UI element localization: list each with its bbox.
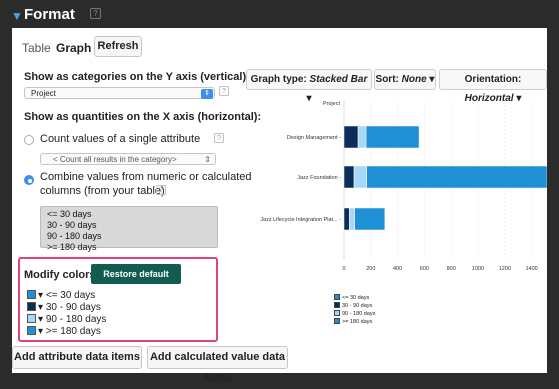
color-row[interactable]: ▾ 90 - 180 days xyxy=(27,314,106,325)
legend-item: 30 - 90 days xyxy=(334,302,375,310)
radio-count-values[interactable] xyxy=(24,135,34,145)
radio-combine-values[interactable] xyxy=(24,175,34,185)
help-icon[interactable]: ? xyxy=(219,86,229,96)
color-swatch[interactable] xyxy=(27,326,36,335)
select-arrow-icon: ⇕ xyxy=(204,155,211,164)
legend-label: >= 180 days xyxy=(342,319,373,325)
caret-icon[interactable]: ▾ xyxy=(38,326,43,337)
bar-segment xyxy=(343,207,350,231)
help-icon[interactable]: ? xyxy=(90,8,101,19)
count-select[interactable]: < Count all results in the category> ⇕ xyxy=(40,153,216,165)
add-attribute-data-items-button[interactable]: Add attribute data items xyxy=(12,346,142,369)
sort-dropdown[interactable]: Sort: None ▾ xyxy=(374,69,436,90)
restore-default-colors-button[interactable]: Restore default colors xyxy=(91,264,181,299)
bar-segment xyxy=(343,165,355,189)
color-row[interactable]: ▾ >= 180 days xyxy=(27,326,101,337)
x-tick-label: 0 xyxy=(342,266,345,272)
option-count-values-label: Count values of a single attribute xyxy=(40,133,201,145)
legend-swatch xyxy=(334,318,340,324)
x-tick-label: 200 xyxy=(366,266,375,272)
color-label: 30 - 90 days xyxy=(45,302,101,313)
caret-icon[interactable]: ▾ xyxy=(38,314,43,325)
bar-segment xyxy=(357,125,367,149)
legend-swatch xyxy=(334,310,340,316)
list-item[interactable]: 30 - 90 days xyxy=(41,220,217,231)
sort-value: None xyxy=(401,74,427,85)
x-axis-label: Show as quantities on the X axis (horizo… xyxy=(24,111,262,123)
color-label: >= 180 days xyxy=(45,326,101,337)
bar-segment xyxy=(366,165,547,189)
graph-type-dropdown[interactable]: Graph type: Stacked Bar ▾ xyxy=(246,69,372,104)
y-category-label: Jazz Foundation - xyxy=(297,175,341,181)
chevron-down-icon: ▾ xyxy=(429,74,435,85)
color-row[interactable]: ▾ <= 30 days xyxy=(27,290,95,301)
modify-colors-label: Modify colors: xyxy=(24,269,100,281)
graph-type-value: Stacked Bar xyxy=(309,74,368,85)
legend-label: 90 - 180 days xyxy=(342,311,376,317)
y-category-label: Jazz Lifecycle Integration Plat... - xyxy=(260,217,341,223)
y-axis-select[interactable]: Project ⇕ xyxy=(24,87,215,99)
y-axis-title: Project xyxy=(323,101,341,107)
add-calculated-value-data-items-button[interactable]: Add calculated value data items xyxy=(147,346,288,384)
tab-graph[interactable]: Graph xyxy=(56,41,91,55)
caret-icon[interactable]: ▾ xyxy=(38,302,43,313)
bar-segment xyxy=(349,207,355,231)
graph-type-prefix: Graph type: xyxy=(250,74,310,85)
color-row[interactable]: ▾ 30 - 90 days xyxy=(27,302,101,313)
orientation-dropdown[interactable]: Orientation: Horizontal ▾ xyxy=(439,69,547,104)
bar-segment xyxy=(343,125,359,149)
orientation-prefix: Orientation: xyxy=(464,74,522,85)
legend-item: >= 180 days xyxy=(334,318,375,326)
bar-segment xyxy=(353,165,368,189)
expand-triangle-icon[interactable]: ▼ xyxy=(11,9,23,23)
legend-item: 90 - 180 days xyxy=(334,310,375,318)
option-combine-line1: Combine values from numeric or calculate… xyxy=(40,171,252,183)
select-arrow-icon: ⇕ xyxy=(201,89,213,99)
sort-prefix: Sort: xyxy=(375,74,402,85)
x-tick-label: 1200 xyxy=(499,266,511,272)
list-item[interactable]: 90 - 180 days xyxy=(41,231,217,242)
caret-icon[interactable]: ▾ xyxy=(38,290,43,301)
x-tick-label: 800 xyxy=(447,266,456,272)
legend-swatch xyxy=(334,294,340,300)
legend-swatch xyxy=(334,302,340,308)
color-swatch[interactable] xyxy=(27,314,36,323)
chart-legend: <= 30 days 30 - 90 days 90 - 180 days >= 18… xyxy=(334,294,375,326)
legend-label: 30 - 90 days xyxy=(342,303,373,309)
x-tick-label: 1000 xyxy=(472,266,484,272)
color-label: 90 - 180 days xyxy=(45,314,107,325)
list-item[interactable]: >= 180 days xyxy=(41,242,217,253)
legend-item: <= 30 days xyxy=(334,294,375,302)
columns-listbox[interactable]: <= 30 days 30 - 90 days 90 - 180 days >=… xyxy=(40,206,218,252)
y-axis-label: Show as categories on the Y axis (vertic… xyxy=(24,71,250,83)
color-swatch[interactable] xyxy=(27,290,36,299)
color-swatch[interactable] xyxy=(27,302,36,311)
x-tick-label: 1400 xyxy=(525,266,537,272)
color-label: <= 30 days xyxy=(45,290,96,301)
option-combine-line2: columns (from your table) xyxy=(40,185,165,197)
help-icon[interactable]: ? xyxy=(156,185,166,195)
format-panel: Table Graph Refresh Show as categories o… xyxy=(12,28,547,384)
stacked-bar-chart: 0 200 400 600 800 1000 1200 1400 Project Design M… xyxy=(260,101,547,272)
legend-label: <= 30 days xyxy=(342,295,370,301)
list-item[interactable]: <= 30 days xyxy=(41,209,217,220)
y-axis-select-value: Project xyxy=(31,89,56,98)
help-icon[interactable]: ? xyxy=(214,133,224,143)
count-select-value: < Count all results in the category> xyxy=(53,155,177,164)
tab-table[interactable]: Table xyxy=(22,41,51,55)
bar-segment xyxy=(354,207,386,231)
x-tick-label: 600 xyxy=(420,266,429,272)
format-title: Format xyxy=(24,6,75,23)
x-tick-label: 400 xyxy=(393,266,402,272)
bar-segment xyxy=(365,125,420,149)
y-category-label: Design Management - xyxy=(287,135,341,141)
refresh-button[interactable]: Refresh xyxy=(94,36,142,57)
format-header[interactable]: ▼ Format ? xyxy=(0,0,559,28)
